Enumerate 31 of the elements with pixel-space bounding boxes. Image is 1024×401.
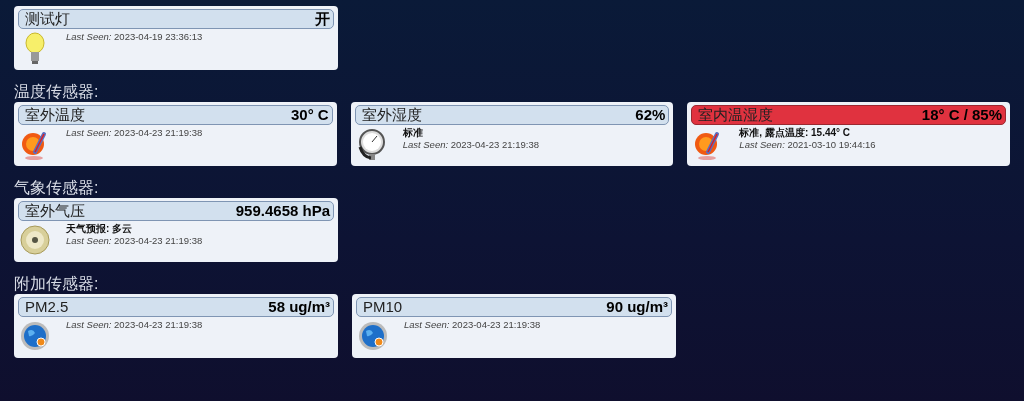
barometer-icon — [20, 223, 50, 257]
device-value: 90 ug/m³ — [606, 296, 668, 317]
device-name: 测试灯 — [25, 8, 70, 29]
status-text: 标准, 露点温度: 15.44° C — [739, 127, 852, 139]
section-heading: 气象传感器: — [14, 179, 100, 197]
device-value: 959.4658 hPa — [235, 200, 330, 221]
device-value: 62% — [635, 104, 666, 125]
status-text: 天气预报: 多云 — [66, 223, 134, 235]
device-name: 室内温湿度 — [698, 104, 774, 125]
last-seen-text: Last Seen: 2023-04-19 23:36:13 — [66, 31, 203, 43]
section-heading: 附加传感器: — [14, 275, 100, 293]
device-value: 18° C / 85% — [921, 104, 1002, 125]
pressure-gauge-icon — [356, 127, 387, 161]
last-seen-text: Last Seen: 2023-04-23 21:19:38 — [66, 127, 203, 139]
last-seen-text: Last Seen: 2023-04-23 21:19:38 — [66, 235, 203, 247]
section-heading: 温度传感器: — [14, 83, 100, 101]
last-seen-text: Last Seen: 2023-04-23 21:19:38 — [402, 139, 539, 151]
device-name: 室外湿度 — [361, 104, 422, 125]
globe-icon — [358, 319, 388, 353]
last-seen-text: Last Seen: 2021-03-10 19:44:16 — [739, 139, 876, 151]
device-name: PM2.5 — [25, 296, 69, 317]
device-name: PM10 — [363, 296, 403, 317]
device-name: 室外温度 — [25, 104, 85, 125]
globe-icon — [20, 319, 50, 353]
device-value: 30° C — [291, 104, 329, 125]
last-seen-text: Last Seen: 2023-04-23 21:19:38 — [66, 319, 203, 331]
device-value: 58 ug/m³ — [268, 296, 330, 317]
status-text: 标准 — [402, 127, 424, 139]
device-name: 室外气压 — [25, 200, 85, 221]
device-value: 开 — [315, 8, 330, 29]
last-seen-text: Last Seen: 2023-04-23 21:19:38 — [404, 319, 541, 331]
